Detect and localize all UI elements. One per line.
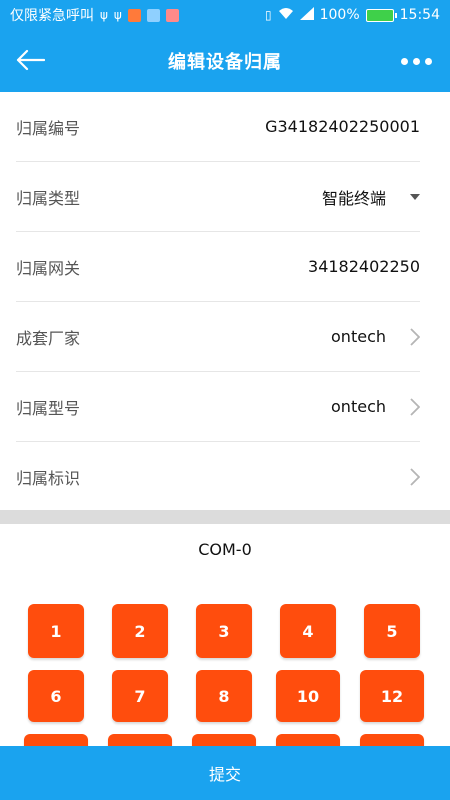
- video-app-icon: [127, 8, 141, 22]
- row-value: ontech: [331, 327, 386, 346]
- port-button[interactable]: 10: [276, 670, 340, 722]
- more-options-button[interactable]: [396, 44, 436, 78]
- chevron-trail: [394, 468, 420, 486]
- carrier-text: 仅限紧急呼叫: [10, 8, 94, 24]
- usb-icon: ψ: [100, 8, 108, 22]
- port-button[interactable]: 2: [112, 604, 168, 658]
- vibrate-icon: ▯: [265, 8, 272, 22]
- port-button[interactable]: 4: [280, 604, 336, 658]
- row-owner-gateway[interactable]: 归属网关 34182402250: [16, 232, 420, 302]
- chevron-right-icon: [410, 327, 420, 346]
- row-identifier[interactable]: 归属标识: [16, 442, 420, 512]
- row-label: 归属标识: [16, 469, 81, 488]
- signal-icon: [299, 7, 314, 23]
- com-port-label: COM-0: [198, 540, 252, 559]
- app-header: 编辑设备归属: [0, 30, 450, 92]
- chevron-trail: [394, 397, 420, 416]
- more-dot-icon: [412, 57, 420, 65]
- row-label: 归属编号: [16, 118, 81, 138]
- message-app-icon: [165, 8, 179, 22]
- row-manufacturer[interactable]: 成套厂家 ontech: [16, 302, 420, 372]
- row-label: 归属型号: [16, 398, 81, 418]
- row-label: 归属网关: [16, 258, 81, 278]
- chevron-trail: [394, 327, 420, 346]
- port-button[interactable]: 8: [196, 670, 252, 722]
- port-button[interactable]: 7: [112, 670, 168, 722]
- row-label: 成套厂家: [16, 328, 81, 348]
- arrow-left-icon: [16, 49, 45, 71]
- caret-down-icon: [410, 193, 420, 200]
- row-owner-number[interactable]: 归属编号 G34182402250001: [16, 92, 420, 162]
- section-divider: [0, 510, 450, 524]
- wifi-icon: [278, 7, 294, 23]
- port-button[interactable]: 5: [364, 604, 420, 658]
- usb-debug-icon: ψ: [113, 8, 122, 22]
- row-value: G34182402250001: [265, 117, 420, 136]
- more-dot-icon: [400, 57, 408, 65]
- chevron-right-icon: [410, 397, 420, 416]
- row-value: 34182402250: [308, 257, 420, 276]
- status-bar-left: 仅限紧急呼叫 ψ ψ: [10, 5, 265, 25]
- port-button[interactable]: 12: [360, 670, 424, 722]
- submit-button[interactable]: 提交: [0, 746, 450, 800]
- chevron-right-icon: [410, 468, 420, 486]
- row-owner-type[interactable]: 归属类型 智能终端: [16, 162, 420, 232]
- port-button[interactable]: 6: [28, 670, 84, 722]
- row-model[interactable]: 归属型号 ontech: [16, 372, 420, 442]
- battery-icon: [365, 8, 397, 22]
- port-button[interactable]: 1: [28, 604, 84, 658]
- status-bar-right: ▯ 100% 15:54: [265, 7, 440, 23]
- status-bar: 仅限紧急呼叫 ψ ψ ▯ 100% 15:54: [0, 0, 450, 30]
- back-button[interactable]: [12, 42, 48, 78]
- row-label: 归属类型: [16, 188, 81, 208]
- clock-time: 15:54: [399, 7, 440, 23]
- row-value: 智能终端: [321, 188, 386, 208]
- battery-percent: 100%: [319, 7, 360, 23]
- port-button[interactable]: 3: [196, 604, 252, 658]
- more-dot-icon: [424, 57, 432, 65]
- row-value: ontech: [331, 397, 386, 416]
- ownership-form: 归属编号 G34182402250001 归属类型 智能终端 归属网关 3418…: [0, 92, 450, 512]
- music-app-icon: [146, 8, 160, 22]
- page-title: 编辑设备归属: [168, 52, 282, 73]
- dropdown-trail: [394, 193, 420, 200]
